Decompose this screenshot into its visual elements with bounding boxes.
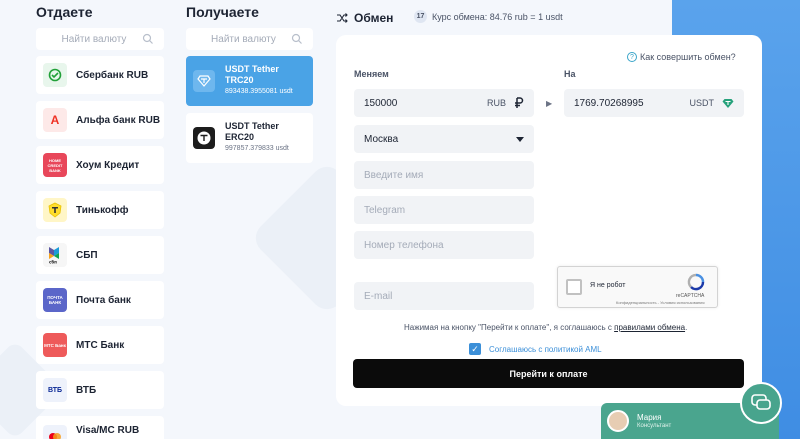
give-amount-label: Меняем [354,69,389,79]
aml-consent[interactable]: ✓ Соглашаюсь с политикой AML [469,343,602,355]
avatar [607,410,629,432]
ruble-icon [515,97,524,108]
sberbank-icon [43,63,67,87]
email-placeholder: E-mail [364,290,393,302]
agreement-text: Нажимая на кнопку "Перейти к оплате", я … [404,323,687,332]
bank-label: ВТБ [76,384,97,396]
give-column-title: Отдаете [36,4,93,20]
recaptcha-terms: Конфиденциальность - Условия использован… [616,300,705,305]
recaptcha-icon [687,273,705,291]
sbp-icon: сбп [43,243,67,267]
howto-label: Как совершить обмен? [640,52,736,62]
city-value: Москва [364,133,399,145]
rate-text: Курс обмена: 84.76 rub = 1 usdt [432,11,563,22]
exchange-header: Обмен [336,9,393,27]
bank-label: Хоум Кредит [76,159,140,171]
city-select[interactable]: Москва [354,125,534,153]
recaptcha-checkbox[interactable] [566,279,582,295]
receive-amount-value: 1769.70268995 [574,97,644,109]
search-icon [291,33,302,44]
aml-checkbox[interactable]: ✓ [469,343,481,355]
bank-item-tinkoff[interactable]: Тинькофф [36,191,164,229]
bank-item-sberbank[interactable]: Сбербанк RUB [36,56,164,94]
give-currency: RUB [486,98,506,108]
receive-amount-label: На [564,69,576,79]
tether-icon [193,70,215,92]
bank-item-sbp[interactable]: сбп СБП [36,236,164,274]
chat-bubble-icon [751,394,771,410]
bank-item-mts[interactable]: МТС Банк МТС Банк [36,326,164,364]
coin-item-usdt-trc20[interactable]: USDT Tether TRC20 893438.3955081 usdt [186,56,313,106]
bank-item-alfa[interactable]: А Альфа банк RUB [36,101,164,139]
receive-search-placeholder: Найти валюту [211,33,276,45]
coin-amount: 997857.379833 usdt [225,145,289,152]
bank-label: Альфа банк RUB [76,114,161,126]
chat-open-button[interactable] [740,382,782,424]
howto-link[interactable]: ? Как совершить обмен? [627,52,736,62]
tether-icon [193,127,215,149]
tether-icon [722,98,734,108]
exchange-title: Обмен [354,11,394,25]
bank-label: МТС Банк [76,339,125,351]
pochta-bank-icon: ПОЧТА БАНК [43,288,67,312]
telegram-placeholder: Telegram [364,204,406,216]
bank-label: Почта банк [76,294,131,306]
vtb-icon: ВТБ [43,378,67,402]
agreement-label: Нажимая на кнопку "Перейти к оплате", я … [404,323,612,332]
agreement-end: . [685,323,688,332]
name-placeholder: Введите имя [364,169,424,181]
mts-bank-icon: МТС Банк [43,333,67,357]
coin-amount: 893438.3955081 usdt [225,88,293,95]
telegram-input[interactable]: Telegram [354,196,534,224]
bank-item-home-credit[interactable]: HOME CREDIT BANK Хоум Кредит [36,146,164,184]
phone-placeholder: Номер телефона [364,239,444,251]
receive-column-title: Получаете [186,4,259,20]
give-search-input[interactable]: Найти валюту [36,28,164,50]
recaptcha-widget: Я не робот reCAPTCHA Конфиденциальность … [557,266,718,308]
proceed-to-payment-button[interactable]: Перейти к оплате [353,359,744,388]
give-search-placeholder: Найти валюту [61,33,127,45]
phone-input[interactable]: Номер телефона [354,231,534,259]
svg-text:сбп: сбп [49,260,57,265]
rules-link[interactable]: правилами обмена [614,323,685,332]
coin-name: USDT Tether ERC20 [225,121,279,142]
rate-badge: 17 [414,10,427,23]
bank-label: Тинькофф [76,204,129,216]
chat-agent-role: Консультант [637,423,672,429]
bank-label: Visa/MC RUB [76,425,140,436]
name-input[interactable]: Введите имя [354,161,534,189]
recaptcha-brand: reCAPTCHA [676,293,705,299]
caret-down-icon [516,136,524,142]
bank-item-visa-mc[interactable]: Visa/MC RUB [36,416,164,439]
home-credit-icon: HOME CREDIT BANK [43,153,67,177]
alfa-bank-icon: А [43,108,67,132]
receive-amount-input[interactable]: 1769.70268995 USDT [564,89,744,117]
receive-currency: USDT [689,98,715,108]
give-amount-input[interactable]: 150000 RUB [354,89,534,117]
recaptcha-label: Я не робот [590,282,626,289]
exchange-rate: 17 Курс обмена: 84.76 rub = 1 usdt [414,10,563,23]
receive-search-input[interactable]: Найти валюту [186,28,313,50]
shuffle-icon [337,13,348,23]
chat-agent-name: Мария [637,413,662,422]
arrow-right-icon: ▶ [546,99,553,108]
question-icon: ? [627,52,637,62]
bank-label: СБП [76,249,98,261]
give-amount-value: 150000 [364,97,398,109]
bank-item-pochta[interactable]: ПОЧТА БАНК Почта банк [36,281,164,319]
tinkoff-icon [43,198,67,222]
bank-label: Сбербанк RUB [76,69,149,81]
visa-mc-icon [43,425,67,439]
coin-name: USDT Tether TRC20 [225,64,279,85]
bank-item-vtb[interactable]: ВТБ ВТБ [36,371,164,409]
search-icon [142,33,153,44]
email-input[interactable]: E-mail [354,282,534,310]
coin-item-usdt-erc20[interactable]: USDT Tether ERC20 997857.379833 usdt [186,113,313,163]
aml-label: Соглашаюсь с политикой AML [489,344,602,354]
